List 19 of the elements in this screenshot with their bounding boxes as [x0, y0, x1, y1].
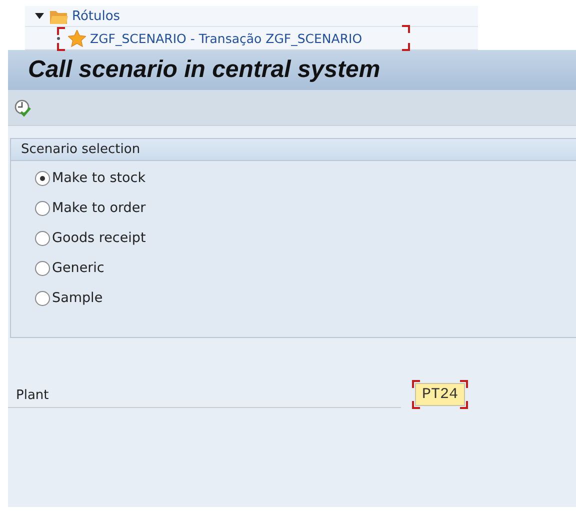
- radio-label[interactable]: Make to stock: [52, 170, 146, 186]
- radio-button[interactable]: [35, 170, 50, 186]
- radio-button[interactable]: [35, 290, 50, 306]
- plant-input-field[interactable]: PT24: [415, 382, 466, 406]
- tree-folder-label[interactable]: Rótulos: [72, 8, 120, 24]
- expand-arrow-icon[interactable]: [35, 13, 44, 19]
- screen-title: Call scenario in central system: [28, 56, 380, 84]
- radio-button[interactable]: [35, 200, 50, 216]
- radio-label[interactable]: Sample: [52, 290, 103, 306]
- execute-icon[interactable]: [14, 98, 32, 116]
- field-label: Plant: [8, 388, 401, 408]
- radio-label[interactable]: Generic: [52, 260, 104, 276]
- radio-button[interactable]: [35, 260, 50, 276]
- radio-label[interactable]: Make to order: [52, 200, 146, 216]
- radio-label[interactable]: Goods receipt: [52, 230, 146, 246]
- folder-icon: [50, 8, 68, 24]
- star-icon: [68, 30, 86, 46]
- group-title: Scenario selection: [21, 142, 140, 157]
- radio-button[interactable]: [35, 230, 50, 246]
